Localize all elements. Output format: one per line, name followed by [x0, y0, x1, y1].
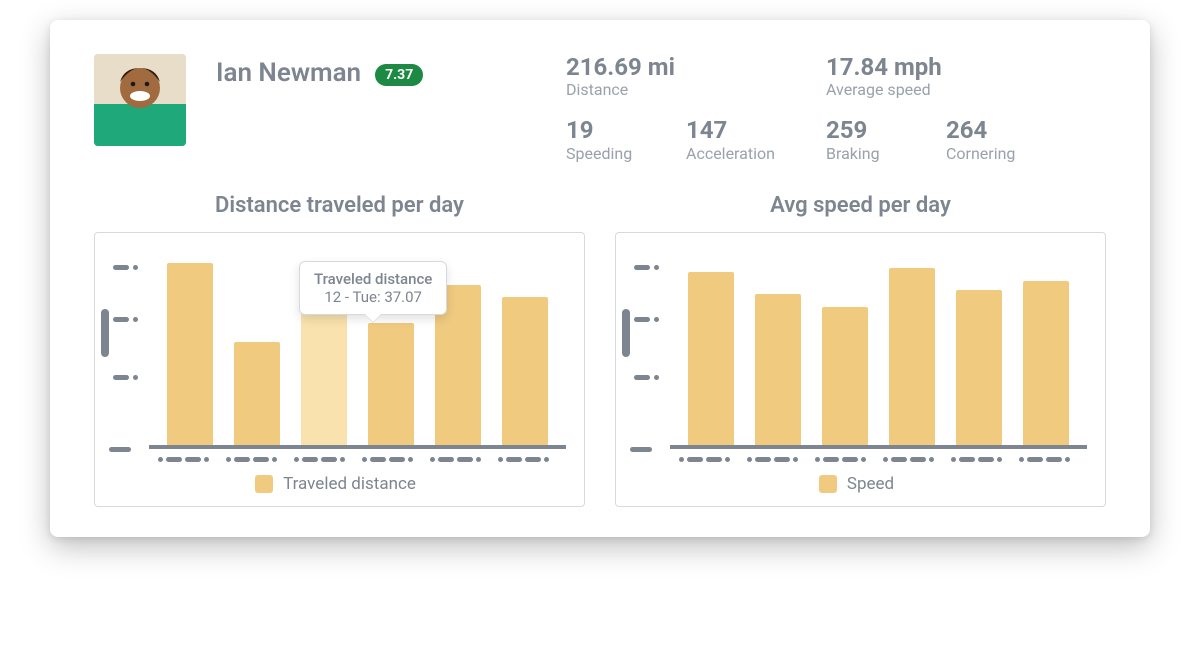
- stat-value: 147: [686, 117, 826, 143]
- legend-swatch: [255, 475, 273, 493]
- stat-avgspeed: 17.84 mph Average speed: [826, 54, 1066, 99]
- x-tick: [498, 457, 549, 462]
- stat-value: 19: [566, 117, 686, 143]
- bar[interactable]: [755, 294, 801, 445]
- x-tick: [679, 457, 730, 462]
- avatar: [94, 54, 186, 146]
- stat-cornering: 264 Cornering: [946, 117, 1066, 162]
- chart-box: Speed: [615, 232, 1106, 507]
- bars-area[interactable]: Traveled distance 12 - Tue: 37.07: [149, 249, 566, 449]
- x-tick: [226, 457, 277, 462]
- x-tick: [883, 457, 934, 462]
- driver-name: Ian Newman: [216, 58, 361, 88]
- y-axis: [626, 249, 664, 449]
- x-tick: [747, 457, 798, 462]
- chart-box: Traveled distance 12 - Tue: 37.07 Travel…: [94, 232, 585, 507]
- legend-label: Speed: [847, 474, 894, 494]
- stat-label: Speeding: [566, 144, 686, 163]
- chart-title: Distance traveled per day: [94, 193, 585, 218]
- bars-area[interactable]: [670, 249, 1087, 449]
- bar[interactable]: [822, 307, 868, 445]
- stat-value: 17.84 mph: [826, 54, 1066, 80]
- tooltip-title: Traveled distance: [314, 270, 432, 288]
- stat-label: Average speed: [826, 80, 1066, 99]
- bar[interactable]: [502, 297, 548, 445]
- stat-distance: 216.69 mi Distance: [566, 54, 826, 99]
- chart-speed: Avg speed per day Speed: [615, 193, 1106, 507]
- legend: Traveled distance: [105, 474, 566, 494]
- x-tick: [430, 457, 481, 462]
- stat-value: 264: [946, 117, 1066, 143]
- stat-acceleration: 147 Acceleration: [686, 117, 826, 162]
- bar[interactable]: [368, 323, 414, 445]
- stats-grid: 216.69 mi Distance 17.84 mph Average spe…: [566, 54, 1106, 163]
- tooltip-body: 12 - Tue: 37.07: [314, 288, 432, 306]
- stat-label: Braking: [826, 144, 946, 163]
- chart-tooltip: Traveled distance 12 - Tue: 37.07: [299, 261, 447, 315]
- header: Ian Newman 7.37 216.69 mi Distance 17.84…: [94, 54, 1106, 163]
- driver-dashboard-card: Ian Newman 7.37 216.69 mi Distance 17.84…: [50, 20, 1150, 537]
- stat-value: 259: [826, 117, 946, 143]
- name-block: Ian Newman 7.37: [216, 54, 536, 163]
- stat-label: Cornering: [946, 144, 1066, 163]
- chart-distance: Distance traveled per day Traveled dista…: [94, 193, 585, 507]
- bar[interactable]: [889, 268, 935, 445]
- charts-row: Distance traveled per day Traveled dista…: [94, 193, 1106, 507]
- stat-braking: 259 Braking: [826, 117, 946, 162]
- bar[interactable]: [1023, 281, 1069, 445]
- legend: Speed: [626, 474, 1087, 494]
- stat-label: Distance: [566, 80, 826, 99]
- score-badge: 7.37: [375, 64, 423, 86]
- x-tick: [951, 457, 1002, 462]
- x-tick: [815, 457, 866, 462]
- x-tick: [362, 457, 413, 462]
- y-axis: [105, 249, 143, 449]
- x-axis: [626, 449, 1087, 462]
- stat-label: Acceleration: [686, 144, 826, 163]
- bar[interactable]: [301, 304, 347, 445]
- x-tick: [1019, 457, 1070, 462]
- stat-speeding: 19 Speeding: [566, 117, 686, 162]
- bar[interactable]: [234, 342, 280, 445]
- bar[interactable]: [688, 272, 734, 445]
- legend-label: Traveled distance: [283, 474, 416, 494]
- chart-title: Avg speed per day: [615, 193, 1106, 218]
- x-tick: [294, 457, 345, 462]
- bar[interactable]: [956, 290, 1002, 445]
- x-tick: [158, 457, 209, 462]
- legend-swatch: [819, 475, 837, 493]
- bar[interactable]: [167, 263, 213, 445]
- stat-value: 216.69 mi: [566, 54, 826, 80]
- x-axis: [105, 449, 566, 462]
